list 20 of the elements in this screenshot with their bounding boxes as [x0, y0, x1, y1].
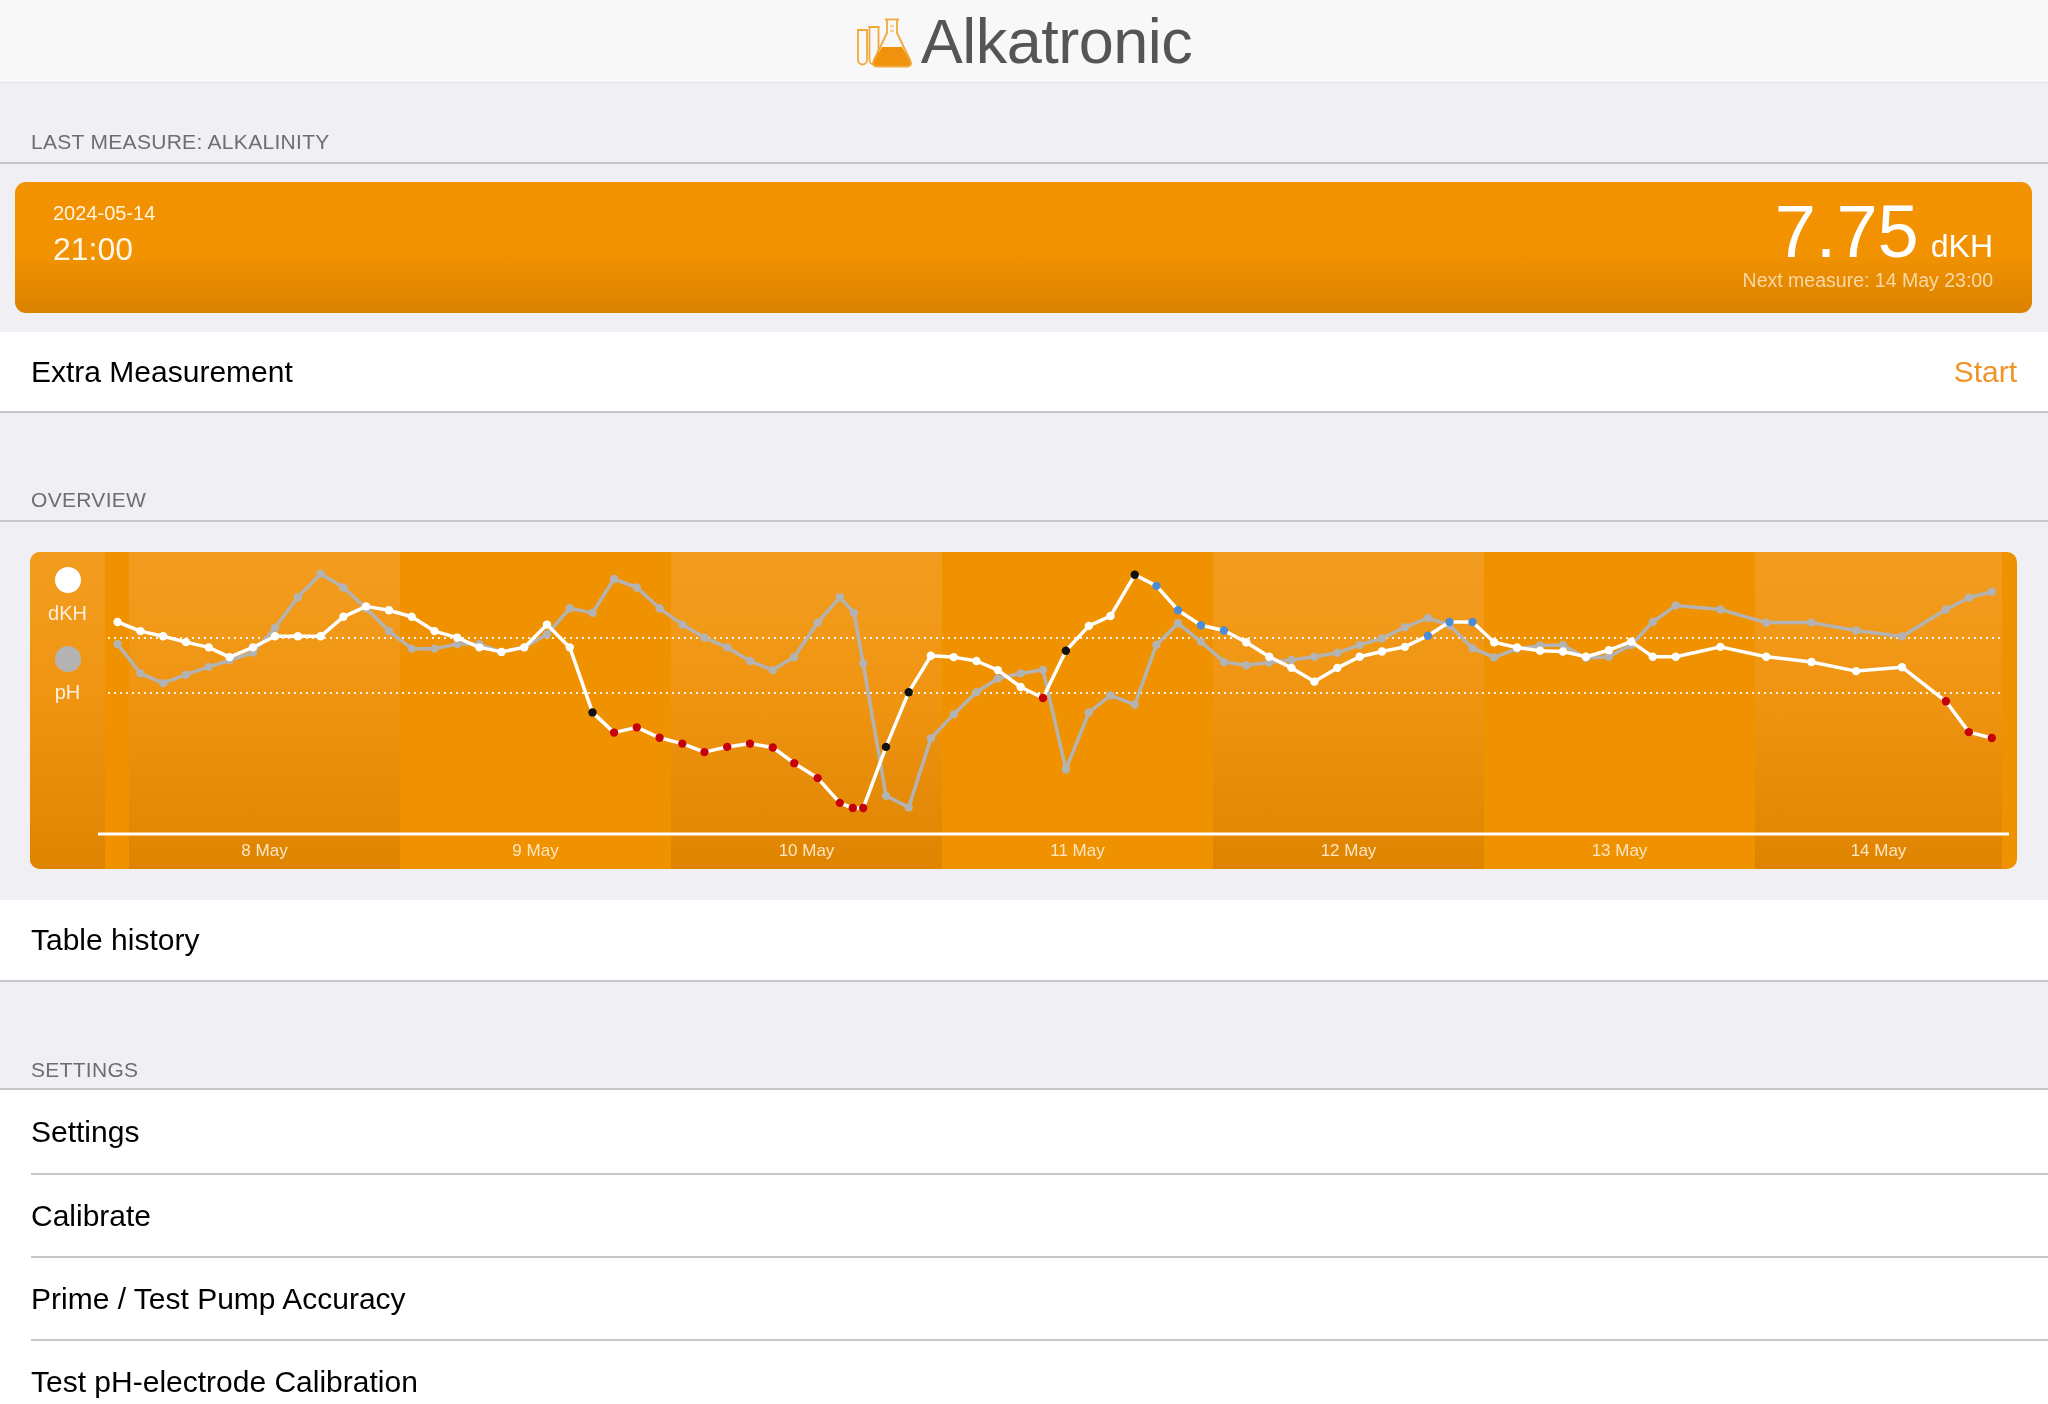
legend-label: dKH — [48, 601, 87, 625]
axis-label: 13 May — [1591, 841, 1648, 861]
measure-time: 21:00 — [53, 230, 135, 268]
axis-label: 12 May — [1320, 841, 1377, 861]
axis-label: 9 May — [512, 841, 559, 861]
app-title: Alkatronic — [920, 6, 1193, 76]
axis-label: 10 May — [778, 841, 835, 861]
legend-label: pH — [54, 680, 81, 704]
row-label: Extra Measurement — [31, 353, 293, 390]
axis-label: 8 May — [241, 841, 288, 861]
axis-label: 14 May — [1850, 841, 1907, 861]
flask-icon — [855, 18, 914, 68]
section-header: OVERVIEW — [31, 487, 147, 513]
measure-value: 7.75 — [1774, 194, 1919, 270]
next-measure-text: Next measure: 14 May 23:00 — [1742, 268, 1993, 292]
measure-date: 2024-05-14 — [53, 201, 156, 225]
measure-unit: dKH — [1930, 228, 1993, 264]
axis-label: 11 May — [1050, 841, 1105, 861]
section-header: LAST MEASURE: ALKALINITY — [31, 129, 330, 155]
section-header: SETTINGS — [31, 1057, 139, 1083]
